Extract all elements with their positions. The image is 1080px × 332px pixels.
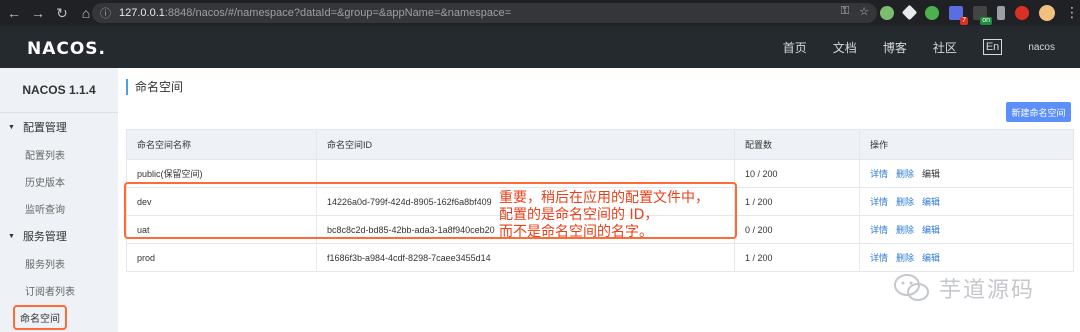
annotation-line: 而不是命名空间的名字。 xyxy=(499,224,653,240)
nav-docs[interactable]: 文档 xyxy=(833,39,857,56)
back-icon[interactable]: ← xyxy=(4,3,24,23)
nav-community[interactable]: 社区 xyxy=(933,39,957,56)
column-header: 操作 xyxy=(859,129,1074,160)
watermark: 芋道源码 xyxy=(893,272,1035,304)
url-path: :8848/nacos/#/namespace?dataId=&group=&a… xyxy=(164,7,512,19)
namespace-id: f1686f3b-a984-4cdf-8298-7caee3455d14 xyxy=(316,243,735,272)
reload-icon[interactable]: ↻ xyxy=(52,3,72,23)
url-host: 127.0.0.1 xyxy=(119,7,165,19)
nav-home[interactable]: 首页 xyxy=(783,39,807,56)
config-count: 0 / 200 xyxy=(734,215,860,244)
browser-toolbar: ← → ↻ ⌂ ⓘ 127.0.0.1:8848/nacos/#/namespa… xyxy=(0,0,1080,26)
bookmark-star-icon[interactable]: ☆ xyxy=(859,5,869,18)
delete-link[interactable]: 删除 xyxy=(896,197,914,207)
delete-link[interactable]: 删除 xyxy=(896,169,914,179)
browser-menu-icon[interactable]: ⋮ xyxy=(1065,4,1079,21)
annotation-note: 重要，稍后在应用的配置文件中， 配置的是命名空间的 ID， 而不是命名空间的名字… xyxy=(499,190,709,241)
config-count: 1 / 200 xyxy=(734,187,860,216)
delete-link[interactable]: 删除 xyxy=(896,225,914,235)
sidebar-item-service-list[interactable]: 服务列表 xyxy=(0,250,118,277)
sidebar-group-label: 配置管理 xyxy=(22,122,67,134)
sidebar-group-service[interactable]: ▼ 服务管理 xyxy=(0,222,118,250)
edit-link[interactable]: 编辑 xyxy=(922,197,940,207)
annotation-line: 重要，稍后在应用的配置文件中， xyxy=(499,190,709,206)
extension-pin-icon[interactable] xyxy=(997,5,1005,20)
extension-dark-icon[interactable]: on xyxy=(973,5,992,25)
details-link[interactable]: 详情 xyxy=(870,169,888,179)
edit-link[interactable]: 编辑 xyxy=(922,225,940,235)
row-actions: 详情 删除 编辑 xyxy=(859,243,1074,272)
profile-avatar[interactable] xyxy=(1039,4,1055,21)
edit-link[interactable]: 编辑 xyxy=(922,169,940,179)
config-count: 1 / 200 xyxy=(734,243,860,272)
sidebar-item-label: 命名空间 xyxy=(13,305,67,330)
nacos-logo[interactable]: NACOS. xyxy=(27,39,106,59)
app-header: NACOS. 首页 文档 博客 社区 En nacos xyxy=(0,26,1080,68)
top-nav: 首页 文档 博客 社区 En nacos xyxy=(783,26,1080,68)
extension-green-icon[interactable] xyxy=(880,5,894,20)
version-label: NACOS 1.1.4 xyxy=(0,68,118,113)
address-bar[interactable]: ⓘ 127.0.0.1:8848/nacos/#/namespace?dataI… xyxy=(92,3,877,23)
info-icon[interactable]: ⓘ xyxy=(100,5,111,21)
extension-badge-on: on xyxy=(980,16,992,25)
page-title: 命名空间 xyxy=(126,79,183,95)
annotation-line: 配置的是命名空间的 ID， xyxy=(499,207,659,223)
extension-badge: 7 xyxy=(960,16,968,25)
nav-blog[interactable]: 博客 xyxy=(883,39,907,56)
row-actions: 详情 删除 编辑 xyxy=(859,159,1074,188)
user-name[interactable]: nacos xyxy=(1028,42,1055,53)
column-header: 命名空间名称 xyxy=(126,129,317,160)
details-link[interactable]: 详情 xyxy=(870,253,888,263)
caret-down-icon: ▼ xyxy=(8,232,15,240)
details-link[interactable]: 详情 xyxy=(870,225,888,235)
wechat-icon xyxy=(894,274,929,301)
sidebar-group-config[interactable]: ▼ 配置管理 xyxy=(0,113,118,141)
sidebar-item-history[interactable]: 历史版本 xyxy=(0,168,118,195)
language-switch[interactable]: En xyxy=(982,39,1003,55)
row-actions: 详情 删除 编辑 xyxy=(859,215,1074,244)
extension-red-icon[interactable] xyxy=(1015,5,1029,20)
sidebar: NACOS 1.1.4 ▼ 配置管理 配置列表 历史版本 监听查询 ▼ 服务管理… xyxy=(0,68,118,332)
column-header: 命名空间ID xyxy=(316,129,735,160)
sidebar-group-label: 服务管理 xyxy=(22,231,67,243)
sidebar-item-config-list[interactable]: 配置列表 xyxy=(0,141,118,168)
forward-icon[interactable]: → xyxy=(28,3,48,23)
row-actions: 详情 删除 编辑 xyxy=(859,187,1074,216)
table-header: 命名空间名称 命名空间ID 配置数 操作 xyxy=(126,129,1074,160)
extensions: 7 on ⋮ xyxy=(880,4,1079,25)
watermark-text: 芋道源码 xyxy=(939,278,1036,303)
sidebar-item-listener-query[interactable]: 监听查询 xyxy=(0,195,118,222)
column-header: 配置数 xyxy=(734,129,860,160)
edit-link[interactable]: 编辑 xyxy=(922,253,940,263)
extension-diamond-icon[interactable] xyxy=(901,4,918,21)
table-row: prod f1686f3b-a984-4cdf-8298-7caee3455d1… xyxy=(126,243,1074,272)
delete-link[interactable]: 删除 xyxy=(896,253,914,263)
caret-down-icon: ▼ xyxy=(8,123,15,131)
sidebar-item-namespace[interactable]: 命名空间 xyxy=(0,304,118,331)
namespace-name: prod xyxy=(126,243,317,272)
config-count: 10 / 200 xyxy=(734,159,860,188)
extension-vue-icon[interactable] xyxy=(925,5,939,20)
new-namespace-button[interactable]: 新建命名空间 xyxy=(1006,102,1071,122)
details-link[interactable]: 详情 xyxy=(870,197,888,207)
sidebar-item-subscribers[interactable]: 订阅者列表 xyxy=(0,277,118,304)
key-icon[interactable]: ⚿ xyxy=(841,5,849,18)
extension-grid-icon[interactable]: 7 xyxy=(949,5,968,25)
